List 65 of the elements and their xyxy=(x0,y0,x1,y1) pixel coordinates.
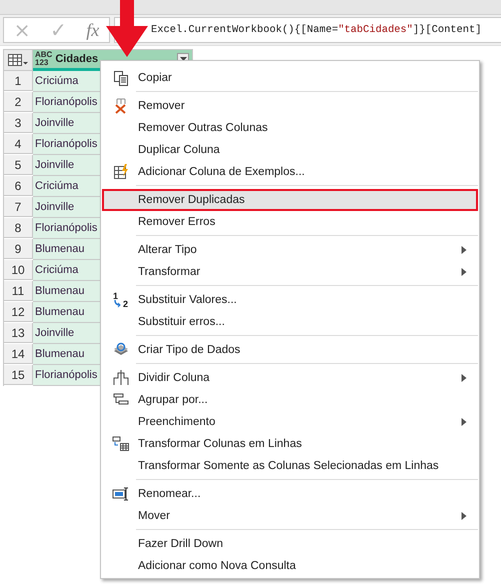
row-number: 3 xyxy=(4,113,33,133)
menu-item[interactable]: Transformar Somente as Colunas Selecionadas em Linhas xyxy=(102,455,478,477)
lightning-column-icon xyxy=(113,164,129,180)
table-cell: Joinville xyxy=(33,155,101,176)
rename-icon xyxy=(112,486,130,502)
table-cell: Criciúma xyxy=(33,71,101,92)
row-number: 9 xyxy=(4,239,33,259)
data-type-icon xyxy=(113,342,129,358)
row-number: 1 xyxy=(4,71,33,91)
copy-icon xyxy=(113,70,129,86)
menu-item[interactable]: Duplicar Coluna xyxy=(102,139,478,161)
menu-item[interactable]: Remover Erros xyxy=(102,211,478,233)
menu-item[interactable]: Fazer Drill Down xyxy=(102,533,478,555)
type-label: ABC 123 xyxy=(35,51,52,67)
table-cell: Blumenau xyxy=(33,302,101,323)
digit-label: 2 xyxy=(123,299,128,309)
unpivot-icon xyxy=(112,436,130,452)
row-number: 4 xyxy=(4,134,33,154)
row-number: 2 xyxy=(4,92,33,112)
menu-item[interactable]: Alterar Tipo xyxy=(102,239,478,261)
arrow-annotation xyxy=(106,0,150,57)
menu-item[interactable]: Transformar Colunas em Linhas xyxy=(102,433,478,455)
row-number: 12 xyxy=(4,302,33,322)
table-cell: Florianópolis xyxy=(33,134,101,155)
split-column-icon xyxy=(113,370,129,386)
row-number: 6 xyxy=(4,176,33,196)
row-number: 15 xyxy=(4,365,33,385)
row-number: 11 xyxy=(4,281,33,301)
row-number: 10 xyxy=(4,260,33,280)
insert-function-button[interactable]: fx xyxy=(86,20,100,40)
menu-item[interactable]: Copiar xyxy=(102,67,478,89)
table-cell: Blumenau xyxy=(33,239,101,260)
formula-field[interactable]: Excel.CurrentWorkbook(){[Name="tabCidades"]}[Content] xyxy=(114,17,501,43)
menu-item[interactable]: Remover Outras Colunas xyxy=(102,117,478,139)
menu-item[interactable]: Renomear... xyxy=(102,483,478,505)
table-cell: Florianópolis xyxy=(33,92,101,113)
menu-item[interactable]: Transformar xyxy=(102,261,478,283)
table-cell: Joinville xyxy=(33,113,101,134)
table-cell: Florianópolis xyxy=(33,218,101,239)
table-cell: Blumenau xyxy=(33,344,101,365)
row-number: 13 xyxy=(4,323,33,343)
menu-item[interactable]: Adicionar como Nova Consulta xyxy=(102,555,478,577)
menu-item[interactable]: Substituir erros... xyxy=(102,311,478,333)
menu-item[interactable]: Mover xyxy=(102,505,478,527)
menu-item[interactable]: Agrupar por... xyxy=(102,389,478,411)
digit-label: 1 xyxy=(113,291,118,301)
table-cell: Joinville xyxy=(33,197,101,218)
menu-item[interactable]: Adicionar Coluna de Exemplos... xyxy=(102,161,478,183)
menu-item[interactable]: 1 2 Substituir Valores... xyxy=(102,289,478,311)
table-cell: Blumenau xyxy=(33,281,101,302)
row-number: 7 xyxy=(4,197,33,217)
menu-item[interactable]: Remover Duplicadas xyxy=(102,189,478,211)
table-menu-icon[interactable] xyxy=(7,53,29,67)
row-number: 8 xyxy=(4,218,33,238)
table-cell: Criciúma xyxy=(33,260,101,281)
menu-item[interactable]: Preenchimento xyxy=(102,411,478,433)
curved-arrow-icon xyxy=(114,300,122,308)
row-number: 14 xyxy=(4,344,33,364)
row-number: 5 xyxy=(4,155,33,175)
table-cell: Criciúma xyxy=(33,176,101,197)
menu-item[interactable]: Remover xyxy=(102,95,478,117)
table-cell: Joinville xyxy=(33,323,101,344)
menu-item[interactable]: Criar Tipo de Dados xyxy=(102,339,478,361)
table-cell: Florianópolis xyxy=(33,365,101,386)
menu-item[interactable]: Dividir Coluna xyxy=(102,367,478,389)
